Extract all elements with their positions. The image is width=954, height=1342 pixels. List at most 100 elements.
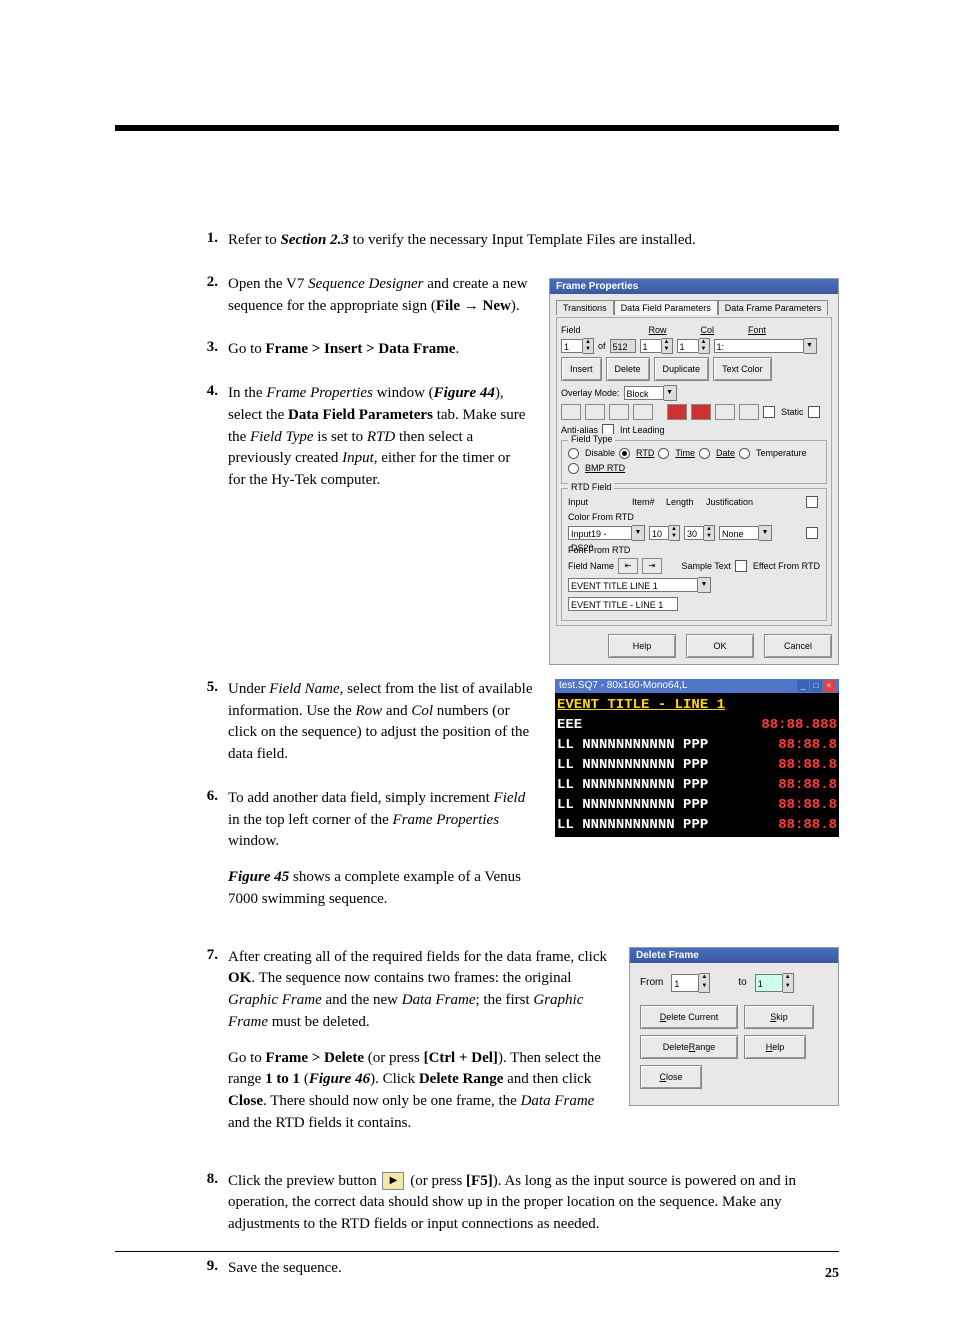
rtd-values-row: Input19 - DS20▼ 10▲▼ 30▲▼ None▼ Font Fro… (568, 525, 820, 555)
color-from-rtd-checkbox[interactable] (806, 496, 818, 508)
radio-row: Disable RTD Time Date Temperature BMP RT… (568, 448, 820, 474)
sample-text-value: EVENT TITLE - LINE 1 (568, 597, 678, 611)
bmprtd-radio[interactable] (568, 463, 579, 474)
row-spinner[interactable]: 1▲▼ (640, 338, 673, 354)
figure-ref: Figure 44 (434, 385, 495, 401)
skip-button[interactable]: SkipSkip (744, 1005, 814, 1029)
tool-icon[interactable] (561, 404, 581, 420)
nav-button[interactable]: ⇥ (642, 558, 662, 574)
text: ; the first (475, 992, 533, 1008)
em: Row (355, 703, 382, 719)
close-button[interactable]: CloseClose (640, 1065, 702, 1089)
em: Sequence Designer (308, 276, 423, 292)
text: must be deleted. (268, 1014, 370, 1030)
step-number: 4. (190, 383, 228, 400)
input-label: Input (568, 497, 628, 507)
font-label: Font (748, 325, 766, 335)
text: In the (228, 385, 266, 401)
sample-text-label: Sample Text (681, 561, 730, 571)
length-label: Length (666, 497, 702, 507)
static-checkbox[interactable] (763, 406, 775, 418)
time-radio[interactable] (658, 448, 669, 459)
range-row: From 1▲▼ to 1▲▼ (640, 973, 828, 993)
preview-text: LL (557, 817, 574, 833)
step-text: Under Field Name, select from the list o… (228, 679, 537, 766)
rtd-radio[interactable] (619, 448, 630, 459)
rtd-labels-row: Input Item# Length Justification Color F… (568, 496, 820, 522)
minimize-icon[interactable]: _ (797, 680, 809, 692)
field-label: Field (561, 325, 581, 335)
tool-icon[interactable] (609, 404, 629, 420)
font-dropdown[interactable]: 1:▼ (714, 338, 817, 354)
text: is set to (314, 429, 367, 445)
bold: [F5] (466, 1173, 493, 1189)
field-spinner[interactable]: 1▲▼ (561, 338, 594, 354)
effect-from-rtd-checkbox[interactable] (735, 560, 747, 572)
tool-icon[interactable] (691, 404, 711, 420)
duplicate-button[interactable]: Duplicate (654, 357, 710, 381)
delete-range-button[interactable]: Delete RangeDelete Range (640, 1035, 738, 1059)
rtd-label: RTD (636, 448, 654, 458)
tool-icon[interactable] (585, 404, 605, 420)
item-spinner[interactable]: 10▲▼ (649, 525, 680, 541)
overlay-mode-dropdown[interactable]: Block▼ (624, 385, 677, 401)
tool-icon[interactable] (739, 404, 759, 420)
text: ( (300, 1071, 309, 1087)
body-content: 1. Refer to Section 2.3 to verify the ne… (190, 230, 839, 1280)
length-spinner[interactable]: 30▲▼ (684, 525, 715, 541)
to-spinner[interactable]: 1▲▼ (755, 973, 794, 993)
cancel-button[interactable]: Cancel (764, 634, 832, 658)
font-from-rtd-label: Font From RTD (568, 545, 630, 555)
col-spinner[interactable]: 1▲▼ (677, 338, 710, 354)
step-number: 2. (190, 274, 228, 291)
temperature-radio[interactable] (739, 448, 750, 459)
tab-transitions[interactable]: Transitions (556, 300, 614, 315)
em: Graphic Frame (228, 992, 322, 1008)
delete-current-button[interactable]: DDelete Currentelete Current (640, 1005, 738, 1029)
preview-text: PPP (683, 737, 708, 753)
field-name-row: Field Name ⇤ ⇥ Sample Text Effect From R… (568, 558, 820, 574)
antialias-checkbox[interactable] (808, 406, 820, 418)
maximize-icon[interactable]: □ (810, 680, 822, 692)
input-dropdown[interactable]: Input19 - DS20▼ (568, 525, 645, 541)
tool-icon[interactable] (715, 404, 735, 420)
preview-text: PPP (683, 777, 708, 793)
text: . (455, 341, 459, 357)
field-name-label: Field Name (568, 561, 614, 571)
tool-icon[interactable] (667, 404, 687, 420)
justification-dropdown[interactable]: None▼ (719, 525, 772, 541)
dialog-body: Transitions Data Field Parameters Data F… (550, 294, 838, 664)
arrow-icon: → (460, 298, 483, 314)
close-icon[interactable]: × (823, 680, 835, 692)
step-text: Refer to Section 2.3 to verify the neces… (228, 230, 839, 252)
overlay-mode-label: Overlay Mode: (561, 388, 620, 398)
tab-data-field-parameters[interactable]: Data Field Parameters (614, 300, 718, 315)
help-button[interactable]: HelpHelp (744, 1035, 806, 1059)
font-from-rtd-checkbox[interactable] (806, 527, 818, 539)
disable-label: Disable (585, 448, 615, 458)
nav-button[interactable]: ⇤ (618, 558, 638, 574)
ok-button[interactable]: OK (686, 634, 754, 658)
figure-44: Frame Properties Transitions Data Field … (549, 278, 839, 665)
disable-radio[interactable] (568, 448, 579, 459)
preview-button-icon[interactable]: ▶ (382, 1172, 404, 1190)
date-radio[interactable] (699, 448, 710, 459)
text: and (382, 703, 411, 719)
help-button[interactable]: Help (608, 634, 676, 658)
tab-data-frame-parameters[interactable]: Data Frame Parameters (718, 300, 829, 315)
delete-frame-dialog: Delete Frame From 1▲▼ to 1▲▼ DDelete Cur… (629, 947, 839, 1106)
preview-text: LL (557, 777, 574, 793)
delete-button[interactable]: Delete (606, 357, 650, 381)
from-spinner[interactable]: 1▲▼ (671, 973, 710, 993)
row-label: Row (649, 325, 667, 335)
field-name-dropdown[interactable]: EVENT TITLE LINE 1▼ (568, 577, 711, 593)
text-color-button[interactable]: Text Color (713, 357, 772, 381)
insert-button[interactable]: Insert (561, 357, 602, 381)
tool-icon[interactable] (633, 404, 653, 420)
bold: OK (228, 970, 251, 986)
bottom-rule (115, 1251, 839, 1252)
rtd-field-group: RTD Field Input Item# Length Justificati… (561, 488, 827, 621)
bold: File (436, 298, 460, 314)
em: Field Name (269, 681, 339, 697)
justification-label: Justification (706, 497, 753, 507)
